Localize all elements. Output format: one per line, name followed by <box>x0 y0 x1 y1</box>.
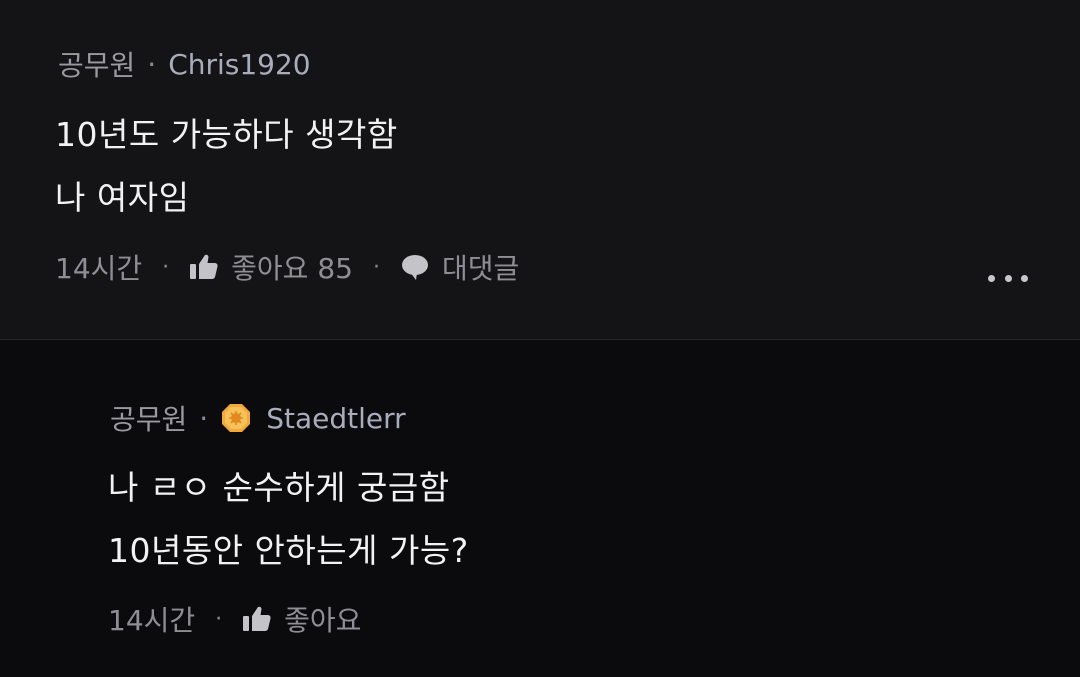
reply-label: 대댓글 <box>441 252 520 285</box>
comment-meta: 공무원 · Staedtlerr <box>110 398 406 438</box>
reply-button[interactable]: 대댓글 <box>400 247 519 287</box>
author-username[interactable]: Chris1920 <box>168 48 310 81</box>
more-dot-icon <box>988 274 995 282</box>
action-separator: · <box>162 254 170 280</box>
comment-meta: 공무원 · Chris1920 <box>58 44 311 84</box>
meta-separator: · <box>147 47 157 81</box>
action-separator: · <box>372 254 380 280</box>
like-label: 좋아요 <box>284 604 362 637</box>
comment-text-line: 10년동안 안하는게 가능? <box>108 531 469 570</box>
speech-bubble-icon <box>401 255 428 280</box>
meta-separator: · <box>199 401 209 435</box>
author-job: 공무원 <box>58 49 136 82</box>
more-options-button[interactable] <box>988 268 1028 288</box>
comment-item: 공무원 · Chris1920 10년도 가능하다 생각함 나 여자임 14시간… <box>0 0 1080 339</box>
comment-time: 14시간 <box>108 604 196 637</box>
author-username[interactable]: Staedtlerr <box>266 402 405 435</box>
orange-octagon-badge-icon <box>222 404 251 432</box>
author-job: 공무원 <box>110 403 188 436</box>
comment-time: 14시간 <box>55 252 143 285</box>
comment-text-line: 나 ㄹㅇ 순수하게 궁금함 <box>108 468 450 507</box>
like-button[interactable]: 좋아요 <box>242 599 361 639</box>
more-dot-icon <box>1021 274 1028 282</box>
thumbs-up-icon <box>190 254 218 279</box>
comment-actions: 14시간 · 좋아요 <box>108 599 361 639</box>
thumbs-up-icon <box>243 606 271 631</box>
more-dot-icon <box>1004 274 1012 282</box>
like-label: 좋아요 85 <box>231 252 353 285</box>
comment-text-line: 나 여자임 <box>55 178 190 217</box>
action-separator: · <box>215 606 223 632</box>
comment-text-line: 10년도 가능하다 생각함 <box>55 115 398 154</box>
like-button[interactable]: 좋아요 85 <box>189 247 353 287</box>
reply-item: 공무원 · Staedtlerr 나 ㄹㅇ 순수하게 궁금함 10년동안 안하는… <box>0 340 1080 677</box>
comment-actions: 14시간 · 좋아요 85 · 대댓글 <box>55 247 519 287</box>
